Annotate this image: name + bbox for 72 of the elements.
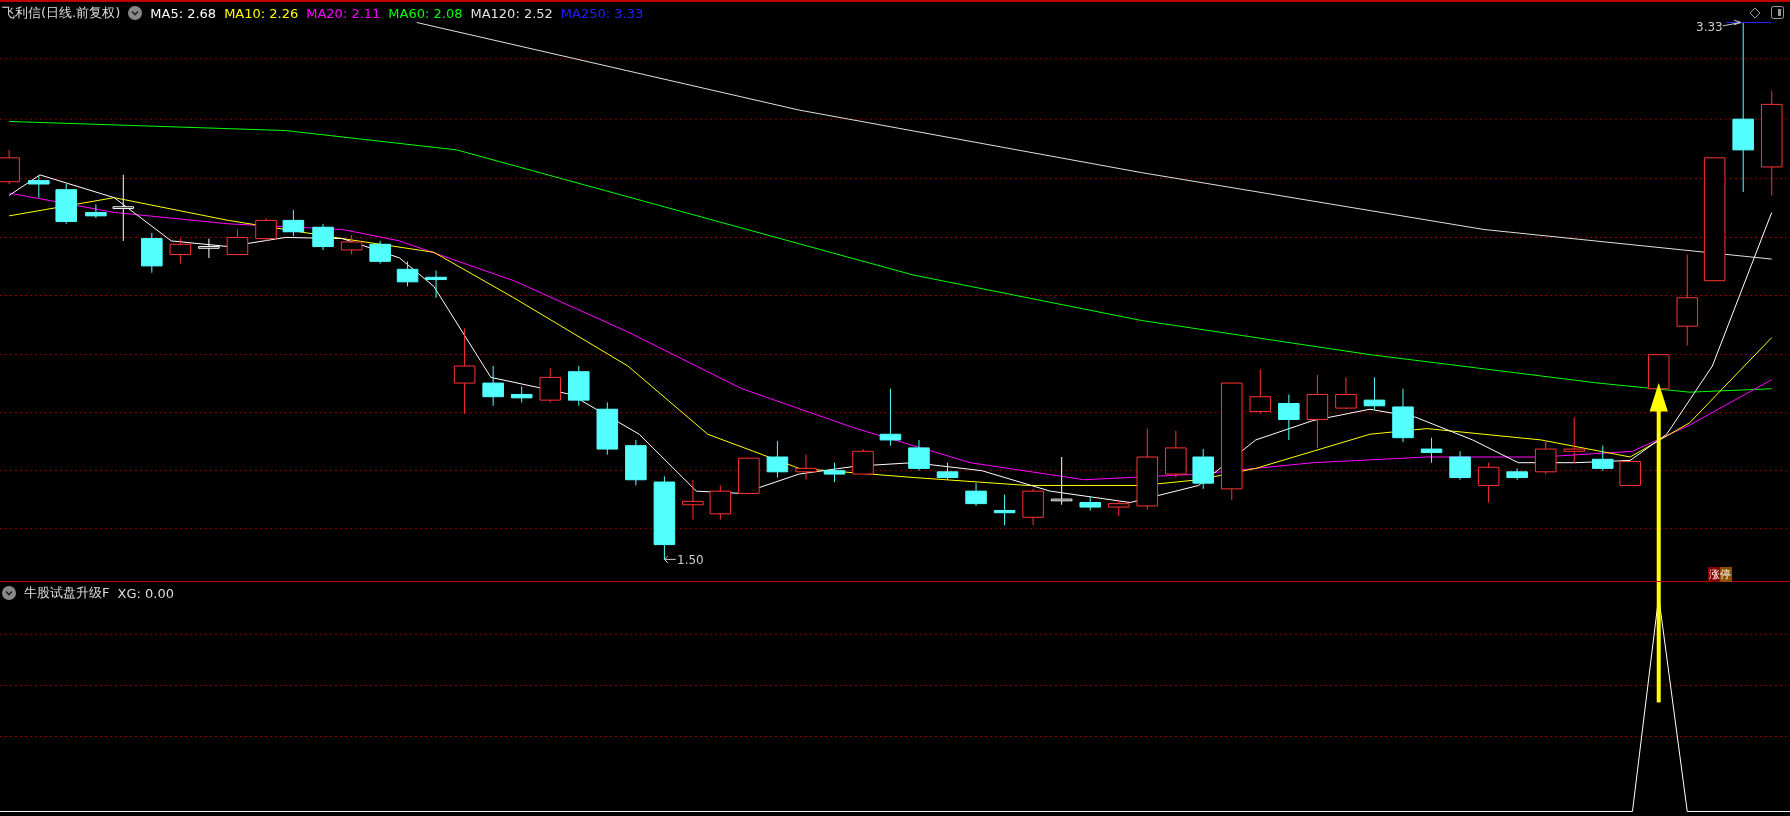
candlestick [1592,445,1614,472]
diamond-icon[interactable] [1749,6,1761,19]
candlestick [1050,456,1073,506]
candlestick [852,448,874,475]
candlestick [1392,388,1414,443]
candlestick [396,260,419,287]
candlestick [1506,467,1528,481]
candlestick [709,484,732,521]
arrow-icon [1722,19,1742,27]
candlestick [510,386,533,403]
candlestick [993,494,1016,526]
candlestick [1563,416,1585,464]
candlestick [965,482,987,507]
candlestick [879,388,902,447]
indicator-name: 牛股试盘升级F [24,584,110,602]
arrow-icon [663,555,677,564]
candlestick [568,365,590,407]
candlestick [55,183,77,225]
candlestick [1534,439,1557,475]
candlestick [255,217,277,242]
high-price-label: 3.33 [1696,20,1723,34]
candlestick [936,462,959,481]
candlestick [340,234,363,256]
candlestick [226,229,249,256]
candlestick [425,269,447,299]
candlestick [1363,376,1386,410]
candlestick [625,439,647,486]
candlestick [823,462,846,483]
candlestick [766,440,789,478]
candlestick [1278,393,1300,441]
indicator-value: MA250: 3.33 [560,5,644,21]
candlestick [908,439,930,472]
candlestick [1165,430,1187,478]
candlestick [1647,354,1670,390]
candlestick [1249,368,1272,415]
chart-title: 飞利信(日线.前复权) [2,4,121,22]
candlestick [1477,462,1500,503]
candlestick [1619,461,1641,486]
indicator-value: MA20: 2.11 [306,5,381,21]
candlestick [198,238,220,259]
candlestick [28,174,50,199]
candlestick [282,209,305,237]
candlestick [169,238,192,265]
candlestick [369,240,391,265]
candlestick [682,479,704,521]
candlestick [1192,448,1214,490]
candlestick [1108,499,1130,517]
indicator-value: XG: 0.00 [117,585,174,601]
candlestick [539,367,561,403]
dropdown-icon[interactable] [2,586,16,600]
dropdown-icon[interactable] [128,6,143,20]
high-line [1725,22,1773,23]
indicator-value: MA120: 2.52 [470,5,553,21]
candlestick [85,204,107,219]
candlestick [738,457,760,494]
indicator-value: MA60: 2.08 [388,5,463,21]
candlestick [795,454,817,481]
candlestick [1335,376,1357,410]
candlestick [1449,450,1471,481]
indicator-value: MA5: 2.68 [150,5,217,21]
candlestick [112,174,135,242]
low-price-label: 1.50 [677,553,704,567]
candlestick [1022,488,1044,526]
candlestick [1420,437,1443,464]
candlestick [141,232,163,274]
panel-icon[interactable] [1771,6,1784,19]
candlestick [482,365,504,407]
candlestick [312,223,334,251]
indicator-value: MA10: 2.26 [224,5,299,21]
candlestick [1079,496,1101,511]
candlestick [596,401,619,456]
limit-up-badge: 涨停 [1708,567,1732,582]
